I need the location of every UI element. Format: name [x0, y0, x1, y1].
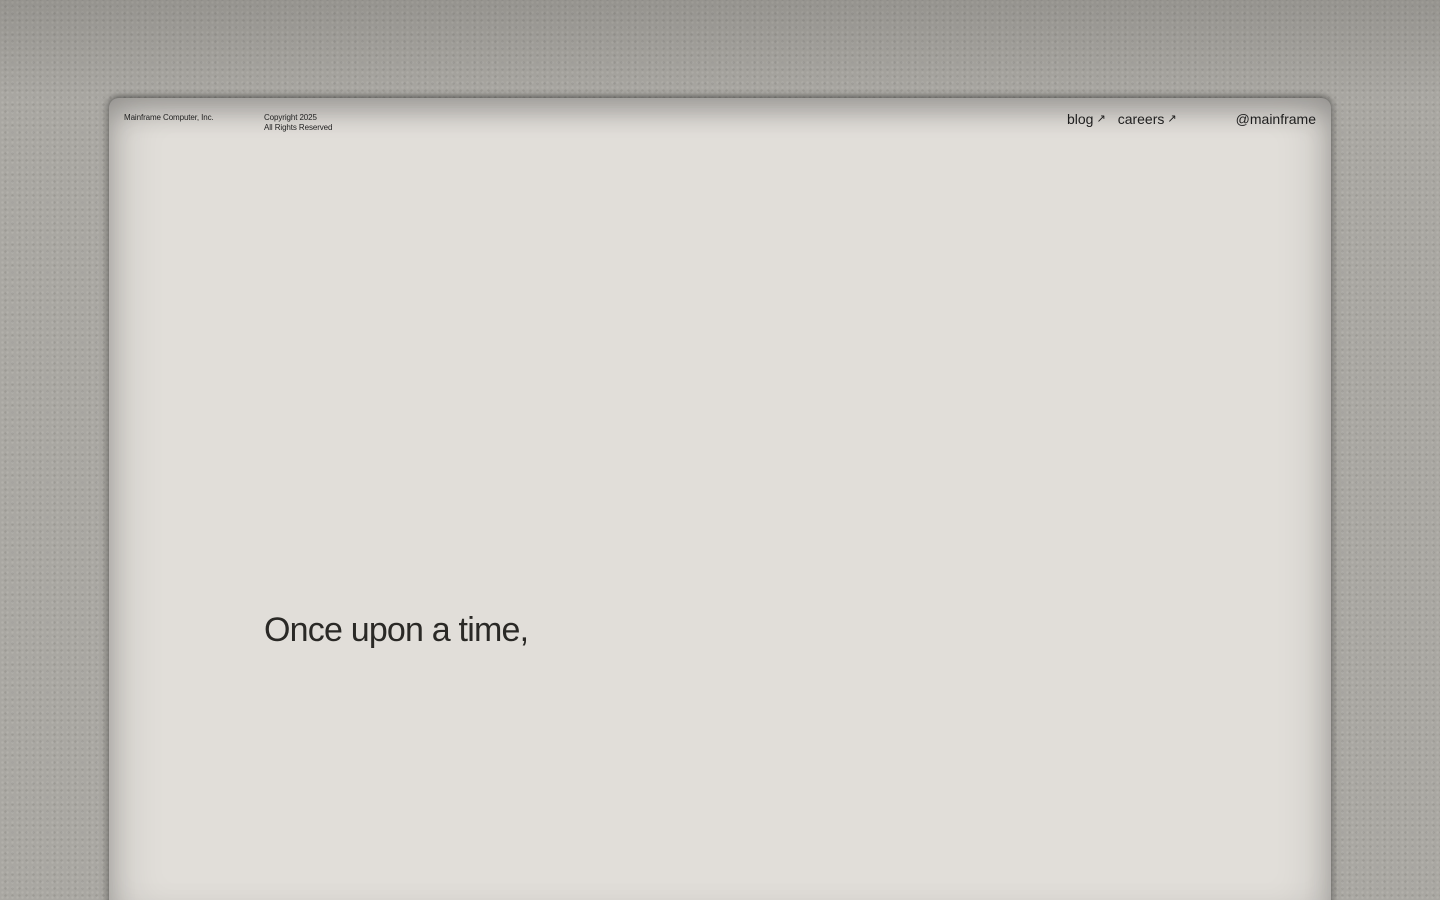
- copyright-year: Copyright 2025: [264, 113, 317, 122]
- social-handle-link[interactable]: @mainframe: [1236, 111, 1316, 127]
- company-name: Mainframe Computer, Inc.: [124, 113, 214, 122]
- rights-reserved: All Rights Reserved: [264, 123, 333, 132]
- copyright-notice: Copyright 2025 All Rights Reserved: [264, 113, 332, 133]
- careers-link-label: careers: [1117, 111, 1165, 127]
- hero-text: Once upon a time,: [264, 611, 529, 649]
- north-east-arrow-icon: ↗: [1096, 113, 1106, 125]
- top-nav: blog ↗ careers ↗: [1067, 111, 1177, 127]
- blog-link[interactable]: blog ↗: [1067, 111, 1106, 127]
- background-shadow: [0, 0, 1440, 100]
- page-panel: Mainframe Computer, Inc. Copyright 2025 …: [109, 98, 1331, 900]
- blog-link-label: blog: [1067, 111, 1094, 127]
- top-bar: Mainframe Computer, Inc. Copyright 2025 …: [109, 98, 1331, 138]
- careers-link[interactable]: careers ↗: [1118, 111, 1177, 127]
- north-east-arrow-icon: ↗: [1167, 113, 1177, 125]
